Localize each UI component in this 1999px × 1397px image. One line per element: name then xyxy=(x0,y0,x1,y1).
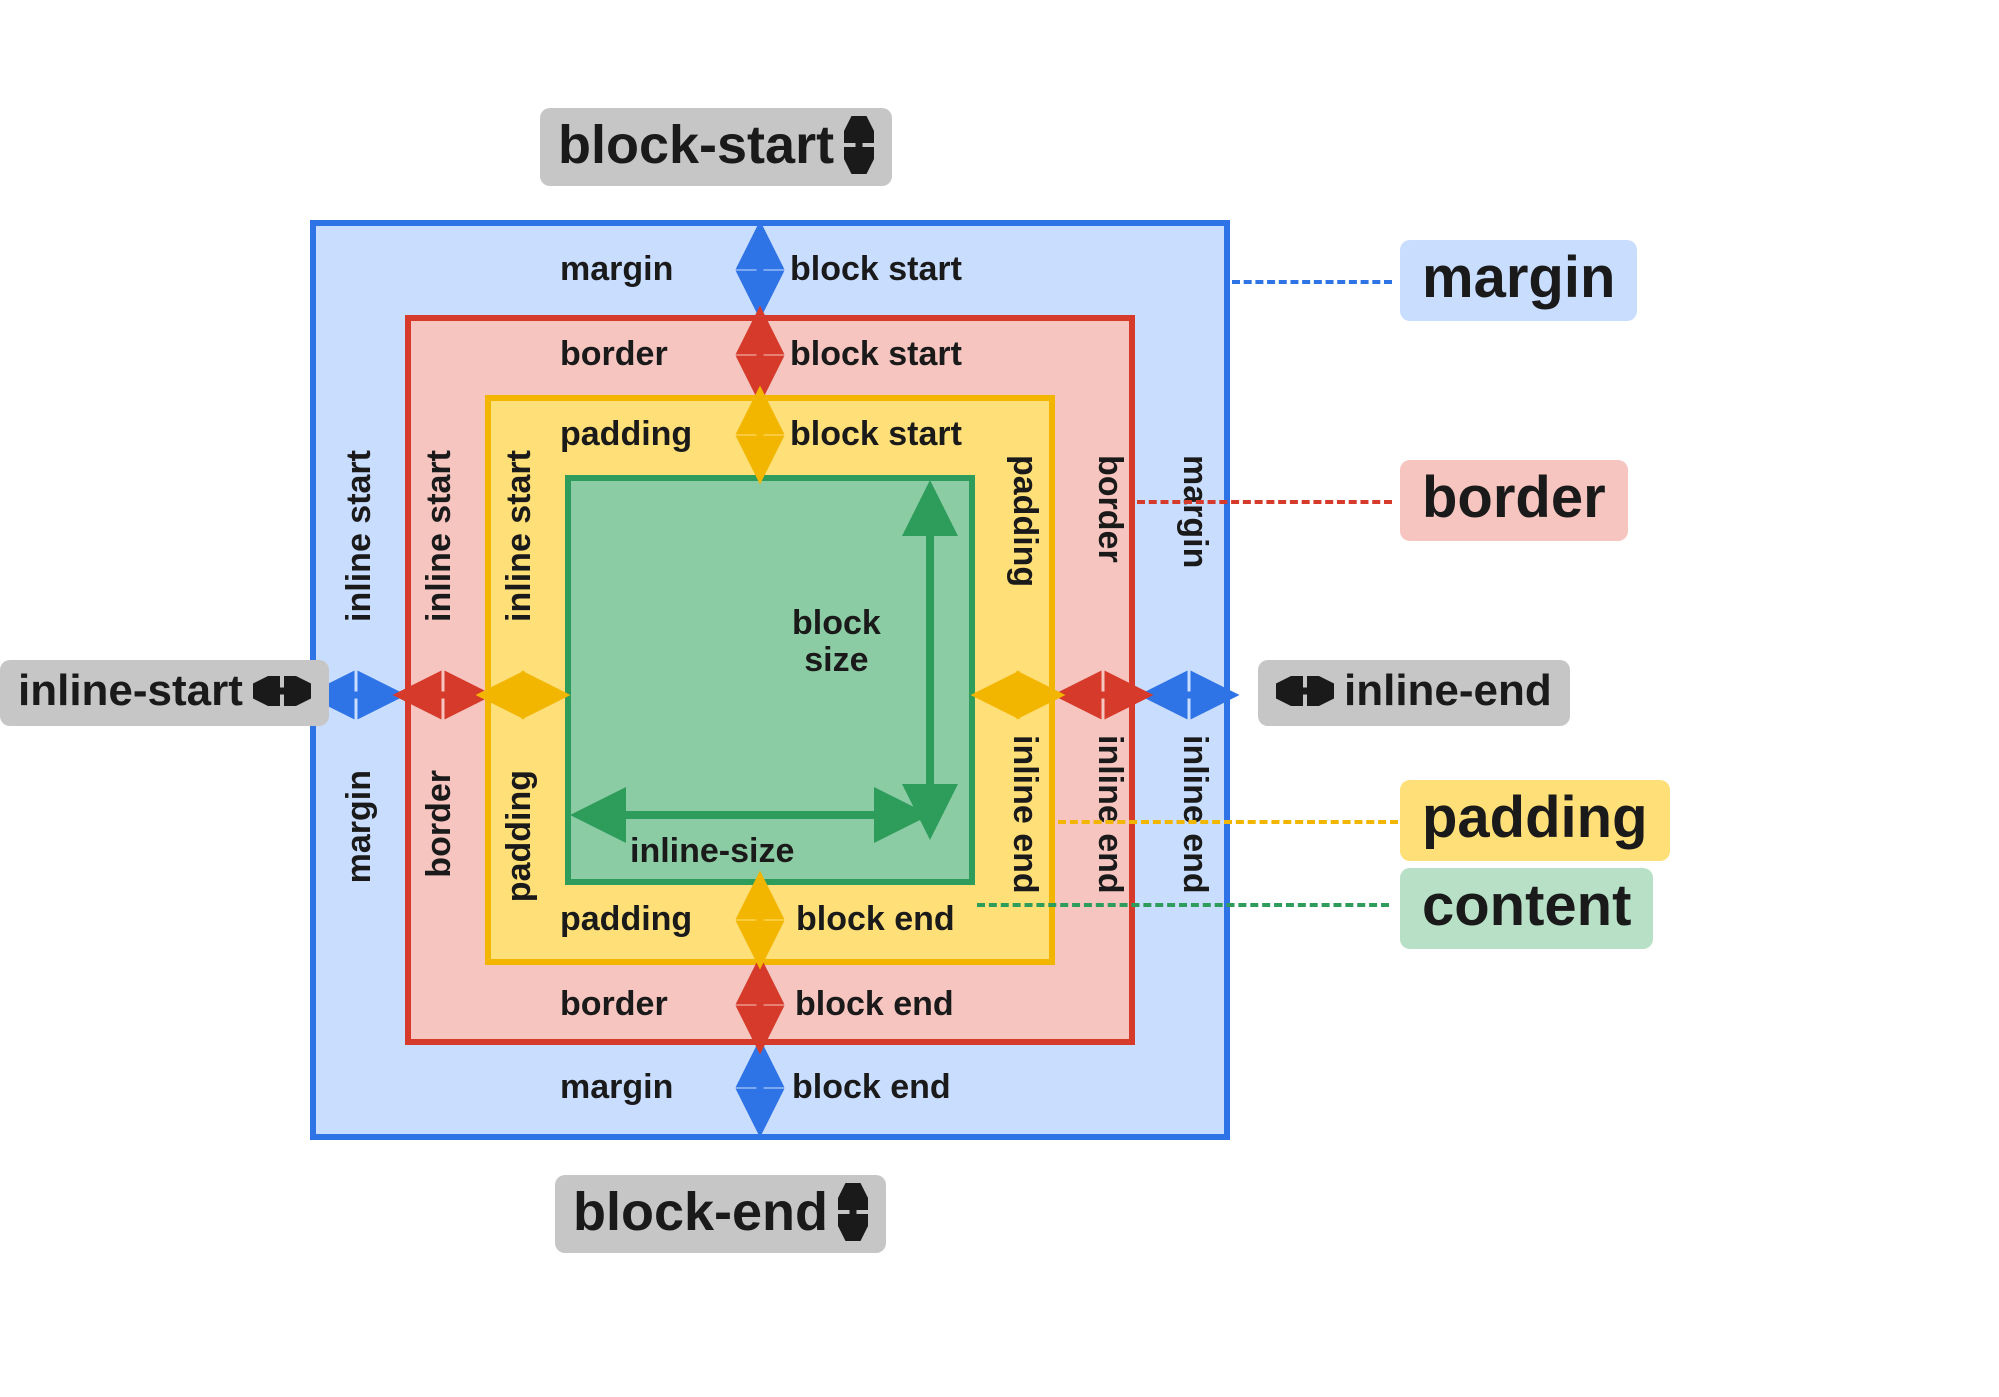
margin-block-start-left: margin xyxy=(560,250,673,289)
horizontal-arrow-icon xyxy=(590,795,910,835)
margin-block-end-left: margin xyxy=(560,1068,673,1107)
vertical-arrow-icon xyxy=(745,1058,775,1118)
horizontal-arrow-icon xyxy=(1158,680,1220,710)
padding-inline-end-bottom: inline end xyxy=(1005,735,1044,894)
margin-block-start-right: block start xyxy=(790,250,962,289)
border-inline-start-top: border xyxy=(420,770,459,878)
horizontal-arrow-icon xyxy=(1072,680,1134,710)
badge-block-start: block-start xyxy=(540,108,892,186)
border-block-end-right: block end xyxy=(795,985,954,1024)
padding-block-end-left: padding xyxy=(560,900,692,939)
padding-block-start-left: padding xyxy=(560,415,692,454)
legend-connector-border xyxy=(1137,500,1392,504)
border-block-start-right: block start xyxy=(790,335,962,374)
margin-inline-start-bottom: inline start xyxy=(340,450,379,622)
horizontal-arrow-icon xyxy=(990,680,1046,710)
vertical-arrow-icon xyxy=(745,975,775,1035)
margin-inline-start-top: margin xyxy=(340,770,379,883)
legend-margin: margin xyxy=(1400,240,1637,321)
legend-connector-content xyxy=(977,903,1389,907)
vertical-arrow-icon xyxy=(745,890,775,950)
badge-inline-end: inline-end xyxy=(1258,660,1570,726)
vertical-arrow-icon xyxy=(910,500,950,820)
margin-block-end-right: block end xyxy=(792,1068,951,1107)
border-inline-end-bottom: inline end xyxy=(1090,735,1129,894)
legend-connector-margin xyxy=(1232,280,1392,284)
badge-block-end: block-end xyxy=(555,1175,886,1253)
margin-inline-end-top: margin xyxy=(1175,455,1214,568)
vertical-arrow-icon xyxy=(745,240,775,300)
border-inline-start-bottom: inline start xyxy=(420,450,459,622)
vertical-arrow-icon xyxy=(844,116,874,174)
badge-inline-start: inline-start xyxy=(0,660,329,726)
content-block-size-label: block size xyxy=(792,605,881,680)
vertical-arrow-icon xyxy=(745,405,775,465)
legend-padding: padding xyxy=(1400,780,1670,861)
padding-block-end-right: block end xyxy=(796,900,955,939)
padding-block-start-right: block start xyxy=(790,415,962,454)
legend-connector-padding xyxy=(1058,820,1398,824)
horizontal-arrow-icon xyxy=(253,676,311,706)
border-block-end-left: border xyxy=(560,985,668,1024)
vertical-arrow-icon xyxy=(838,1183,868,1241)
padding-inline-start-bottom: inline start xyxy=(500,450,539,622)
horizontal-arrow-icon xyxy=(495,680,551,710)
padding-inline-start-top: padding xyxy=(500,770,539,902)
badge-label: inline-end xyxy=(1344,666,1552,716)
vertical-arrow-icon xyxy=(745,325,775,385)
badge-label: block-end xyxy=(573,1181,828,1243)
margin-inline-end-bottom: inline end xyxy=(1175,735,1214,894)
horizontal-arrow-icon xyxy=(412,680,474,710)
legend-border: border xyxy=(1400,460,1628,541)
horizontal-arrow-icon xyxy=(325,680,387,710)
content-inline-size-label: inline-size xyxy=(630,832,794,871)
border-block-start-left: border xyxy=(560,335,668,374)
diagram-root: margin block start margin block end marg… xyxy=(0,0,1999,1397)
badge-label: inline-start xyxy=(18,666,243,716)
padding-inline-end-top: padding xyxy=(1005,455,1044,587)
legend-content: content xyxy=(1400,868,1653,949)
border-inline-end-top: border xyxy=(1090,455,1129,563)
horizontal-arrow-icon xyxy=(1276,676,1334,706)
badge-label: block-start xyxy=(558,114,834,176)
